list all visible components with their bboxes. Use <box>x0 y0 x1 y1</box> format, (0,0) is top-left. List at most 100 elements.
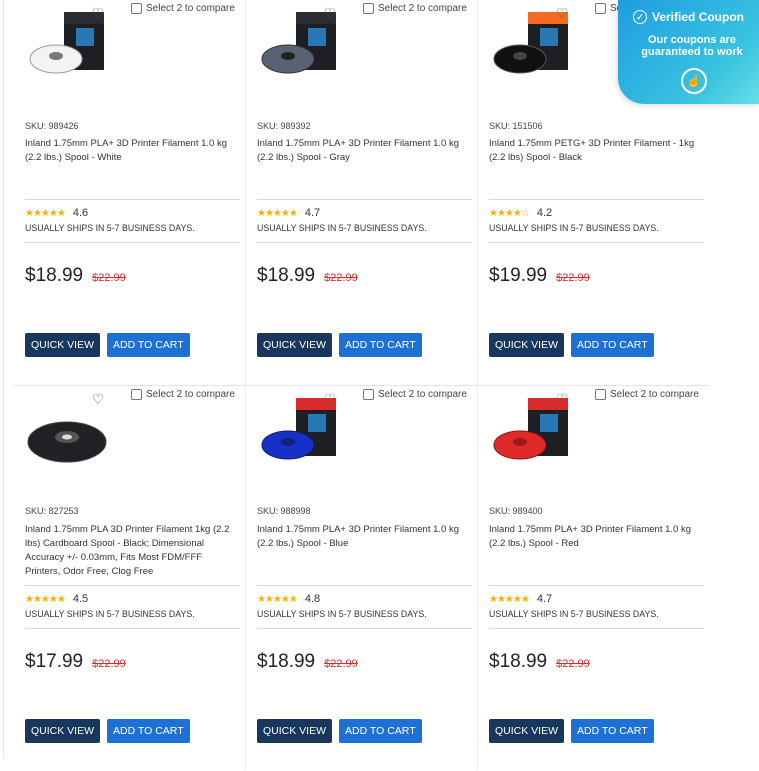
price-row: $19.99 $22.99 <box>489 265 590 287</box>
divider <box>257 585 472 586</box>
rating-stars: ★★★★★ <box>257 593 298 605</box>
divider <box>25 585 240 586</box>
current-price: $18.99 <box>489 651 548 672</box>
product-image[interactable] <box>254 396 342 476</box>
current-price: $18.99 <box>257 265 316 286</box>
product-image[interactable] <box>486 10 574 90</box>
rating-row: ★★★★★ 4.5 <box>25 593 88 605</box>
rating-value: 4.6 <box>72 207 89 219</box>
add-to-cart-button[interactable]: ADD TO CART <box>339 333 422 357</box>
price-row: $18.99 $22.99 <box>257 651 358 673</box>
sku-label: SKU: 151506 <box>489 121 543 131</box>
compare-checkbox[interactable]: Select 2 to compare <box>595 389 699 400</box>
quick-view-button[interactable]: QUICK VIEW <box>25 719 101 743</box>
product-image[interactable] <box>22 396 110 476</box>
sku-label: SKU: 827253 <box>25 506 79 516</box>
sku-label: SKU: 989426 <box>25 121 79 131</box>
quick-view-button[interactable]: QUICK VIEW <box>489 719 565 743</box>
quick-view-button[interactable]: QUICK VIEW <box>257 333 333 357</box>
shipping-note: USUALLY SHIPS IN 5-7 BUSINESS DAYS. <box>257 223 427 233</box>
verified-coupon-badge[interactable]: ✓ Verified Coupon Our coupons are guarant… <box>618 0 759 104</box>
product-title[interactable]: Inland 1.75mm PLA 3D Printer Filament 1k… <box>25 523 240 579</box>
product-row: ♡ Select 2 to compare SKU: 989426 Inland… <box>14 0 710 386</box>
wishlist-heart-icon[interactable]: ♡ <box>554 391 570 407</box>
current-price: $17.99 <box>25 651 84 672</box>
quick-view-button[interactable]: QUICK VIEW <box>257 719 333 743</box>
current-price: $19.99 <box>489 265 548 286</box>
old-price: $22.99 <box>556 658 590 670</box>
add-to-cart-button[interactable]: ADD TO CART <box>339 719 422 743</box>
divider <box>25 242 240 243</box>
add-to-cart-button[interactable]: ADD TO CART <box>107 333 190 357</box>
rating-stars: ★★★★★ <box>25 207 66 219</box>
wishlist-heart-icon[interactable]: ♡ <box>90 5 106 21</box>
divider <box>489 585 704 586</box>
divider <box>257 199 472 200</box>
compare-checkbox[interactable]: Select 2 to compare <box>131 389 235 400</box>
wishlist-heart-icon[interactable]: ♡ <box>554 5 570 21</box>
divider <box>257 628 472 629</box>
compare-checkbox[interactable]: Select 2 to compare <box>363 3 467 14</box>
price-row: $18.99 $22.99 <box>257 265 358 287</box>
quick-view-button[interactable]: QUICK VIEW <box>489 333 565 357</box>
shipping-note: USUALLY SHIPS IN 5-7 BUSINESS DAYS. <box>25 223 195 233</box>
product-row: ♡ Select 2 to compare SKU: 827253 Inland… <box>14 386 710 771</box>
product-title[interactable]: Inland 1.75mm PETG+ 3D Printer Filament … <box>489 137 704 165</box>
price-row: $17.99 $22.99 <box>25 651 126 673</box>
old-price: $22.99 <box>556 272 590 284</box>
coupon-title: ✓ Verified Coupon <box>633 10 744 24</box>
rating-stars: ★★★★☆ <box>489 207 530 219</box>
rating-row: ★★★★★ 4.6 <box>25 207 88 219</box>
rating-value: 4.7 <box>536 593 553 605</box>
rating-value: 4.7 <box>304 207 321 219</box>
product-card[interactable]: ♡ Select 2 to compare SKU: 989426 Inland… <box>14 0 245 384</box>
rating-stars: ★★★★★ <box>257 207 298 219</box>
product-card[interactable]: ♡ Select 2 to compare SKU: 989392 Inland… <box>245 0 477 384</box>
hand-icon: ☝ <box>681 68 707 94</box>
product-card[interactable]: ♡ Select 2 to compare SKU: 988998 Inland… <box>245 386 477 770</box>
product-image[interactable] <box>486 396 574 476</box>
rating-row: ★★★★★ 4.7 <box>489 593 552 605</box>
add-to-cart-button[interactable]: ADD TO CART <box>571 719 654 743</box>
shipping-note: USUALLY SHIPS IN 5-7 BUSINESS DAYS. <box>489 609 659 619</box>
sku-label: SKU: 989400 <box>489 506 543 516</box>
product-card[interactable]: ♡ Select 2 to compare SKU: 989400 Inland… <box>477 386 709 770</box>
divider <box>257 242 472 243</box>
compare-checkbox[interactable]: Select 2 to compare <box>363 389 467 400</box>
product-title[interactable]: Inland 1.75mm PLA+ 3D Printer Filament 1… <box>257 523 472 551</box>
shipping-note: USUALLY SHIPS IN 5-7 BUSINESS DAYS. <box>25 609 195 619</box>
price-row: $18.99 $22.99 <box>25 265 126 287</box>
divider <box>25 199 240 200</box>
product-title[interactable]: Inland 1.75mm PLA+ 3D Printer Filament 1… <box>257 137 472 165</box>
product-image[interactable] <box>22 10 110 90</box>
divider <box>489 242 704 243</box>
product-image[interactable] <box>254 10 342 90</box>
quick-view-button[interactable]: QUICK VIEW <box>25 333 101 357</box>
old-price: $22.99 <box>92 272 126 284</box>
add-to-cart-button[interactable]: ADD TO CART <box>571 333 654 357</box>
product-title[interactable]: Inland 1.75mm PLA+ 3D Printer Filament 1… <box>25 137 240 165</box>
old-price: $22.99 <box>324 272 358 284</box>
coupon-subtitle: Our coupons are guaranteed to work <box>641 34 743 58</box>
compare-checkbox[interactable]: Select 2 to compare <box>131 3 235 14</box>
rating-stars: ★★★★★ <box>489 593 530 605</box>
divider <box>489 628 704 629</box>
sku-label: SKU: 988998 <box>257 506 311 516</box>
old-price: $22.99 <box>324 658 358 670</box>
wishlist-heart-icon[interactable]: ♡ <box>322 391 338 407</box>
sku-label: SKU: 989392 <box>257 121 311 131</box>
wishlist-heart-icon[interactable]: ♡ <box>90 391 106 407</box>
add-to-cart-button[interactable]: ADD TO CART <box>107 719 190 743</box>
shipping-note: USUALLY SHIPS IN 5-7 BUSINESS DAYS. <box>257 609 427 619</box>
divider <box>25 628 240 629</box>
rating-row: ★★★★★ 4.7 <box>257 207 320 219</box>
rating-row: ★★★★☆ 4.2 <box>489 207 552 219</box>
rating-value: 4.8 <box>304 593 321 605</box>
product-card[interactable]: ♡ Select 2 to compare SKU: 827253 Inland… <box>14 386 245 770</box>
product-title[interactable]: Inland 1.75mm PLA+ 3D Printer Filament 1… <box>489 523 704 551</box>
divider <box>489 199 704 200</box>
product-grid: ♡ Select 2 to compare SKU: 989426 Inland… <box>14 0 710 771</box>
shipping-note: USUALLY SHIPS IN 5-7 BUSINESS DAYS. <box>489 223 659 233</box>
wishlist-heart-icon[interactable]: ♡ <box>322 5 338 21</box>
rating-value: 4.2 <box>536 207 553 219</box>
